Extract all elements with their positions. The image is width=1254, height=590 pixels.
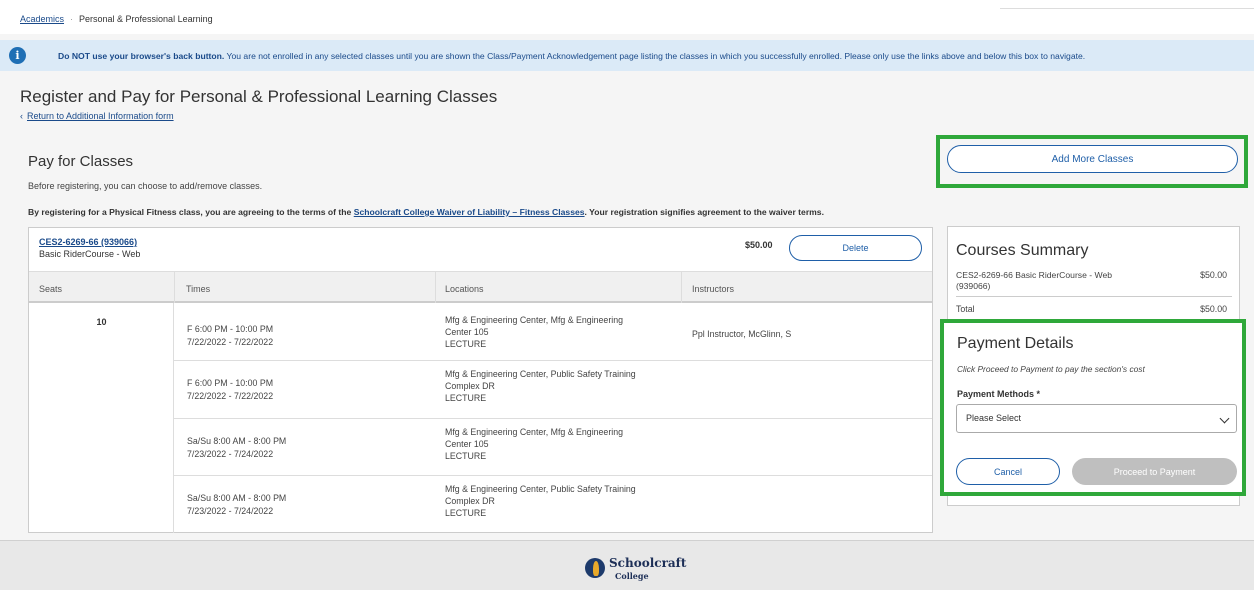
info-icon: i [9, 47, 26, 64]
meeting-dates: 7/23/2022 - 7/24/2022 [187, 449, 274, 459]
meeting-days: Sa/Su 8:00 AM - 8:00 PM [187, 436, 287, 446]
waiver-statement: By registering for a Physical Fitness cl… [28, 207, 824, 217]
chevron-down-icon [1219, 413, 1230, 424]
waiver-suffix: . Your registration signifies agreement … [584, 207, 824, 217]
column-header-seats: Seats [39, 284, 63, 294]
meeting-instructor: Ppl Instructor, McGlinn, S [692, 329, 792, 339]
summary-item-label: CES2-6269-66 Basic RiderCourse - Web (93… [956, 270, 1113, 291]
column-header-instructors: Instructors [692, 284, 735, 294]
meeting-row: Sa/Su 8:00 AM - 8:00 PM 7/23/2022 - 7/24/… [174, 419, 932, 476]
meeting-days: F 6:00 PM - 10:00 PM [187, 378, 274, 388]
seats-cell: 10 [29, 303, 174, 533]
pay-section-title: Pay for Classes [28, 153, 134, 170]
page-title: Register and Pay for Personal & Professi… [20, 87, 498, 106]
column-header-locations: Locations [445, 284, 484, 294]
meeting-dates: 7/23/2022 - 7/24/2022 [187, 506, 274, 516]
meeting-location: Mfg & Engineering Center, Mfg & Engineer… [445, 426, 675, 462]
warning-bold-text: Do NOT use your browser's back button. [58, 51, 225, 61]
location-room: Complex DR [445, 381, 495, 391]
location-type: LECTURE [445, 339, 487, 349]
waiver-prefix: By registering for a Physical Fitness cl… [28, 207, 354, 217]
seats-value: 10 [96, 317, 107, 327]
meeting-time: Sa/Su 8:00 AM - 8:00 PM 7/23/2022 - 7/24/… [187, 492, 286, 518]
summary-total-label: Total [956, 304, 975, 314]
payment-method-select[interactable]: Please Select [956, 404, 1237, 433]
meeting-row: Sa/Su 8:00 AM - 8:00 PM 7/23/2022 - 7/24/… [174, 476, 932, 533]
add-more-highlight: Add More Classes [936, 135, 1248, 188]
column-header-times: Times [186, 284, 211, 294]
meeting-dates: 7/22/2022 - 7/22/2022 [187, 391, 274, 401]
divider [956, 296, 1232, 297]
column-divider [174, 271, 175, 303]
meeting-location: Mfg & Engineering Center, Public Safety … [445, 368, 675, 404]
payment-methods-label: Payment Methods * [957, 389, 1041, 399]
payment-details-panel: Payment Details Click Proceed to Payment… [940, 319, 1246, 496]
divider [1000, 8, 1254, 9]
location-type: LECTURE [445, 451, 487, 461]
course-card: CES2-6269-66 (939066) Basic RiderCourse … [28, 227, 933, 533]
flame-logo-icon [585, 558, 605, 578]
location-room: Center 105 [445, 327, 489, 337]
proceed-to-payment-button[interactable]: Proceed to Payment [1072, 458, 1237, 485]
breadcrumb-separator: · [70, 14, 74, 24]
meeting-row: F 6:00 PM - 10:00 PM 7/22/2022 - 7/22/202… [174, 303, 932, 361]
return-link-label: Return to Additional Information form [27, 111, 174, 121]
column-divider [681, 271, 682, 303]
breadcrumb-current: Personal & Professional Learning [79, 14, 213, 24]
meeting-time: F 6:00 PM - 10:00 PM 7/22/2022 - 7/22/202… [187, 377, 273, 403]
return-link[interactable]: ‹ Return to Additional Information form [20, 111, 174, 121]
meeting-time: F 6:00 PM - 10:00 PM 7/22/2022 - 7/22/202… [187, 323, 273, 349]
summary-total-value: $50.00 [1200, 304, 1227, 314]
logo-name: Schoolcraft [609, 556, 687, 570]
chevron-left-icon: ‹ [20, 111, 23, 121]
meeting-row: F 6:00 PM - 10:00 PM 7/22/2022 - 7/22/202… [174, 361, 932, 419]
meeting-location: Mfg & Engineering Center, Mfg & Engineer… [445, 314, 675, 350]
table-header: Seats Times Locations Instructors [29, 271, 932, 303]
waiver-link[interactable]: Schoolcraft College Waiver of Liability … [354, 207, 585, 217]
summary-item-price: $50.00 [1200, 270, 1227, 280]
location-building: Mfg & Engineering Center, Public Safety … [445, 484, 636, 494]
course-name: Basic RiderCourse - Web [39, 249, 141, 259]
column-divider [435, 271, 436, 303]
meeting-dates: 7/22/2022 - 7/22/2022 [187, 337, 274, 347]
meeting-days: F 6:00 PM - 10:00 PM [187, 324, 274, 334]
location-building: Mfg & Engineering Center, Mfg & Engineer… [445, 315, 623, 325]
location-building: Mfg & Engineering Center, Mfg & Engineer… [445, 427, 623, 437]
payment-note: Click Proceed to Payment to pay the sect… [957, 364, 1145, 374]
delete-button[interactable]: Delete [789, 235, 922, 261]
location-building: Mfg & Engineering Center, Public Safety … [445, 369, 636, 379]
courses-summary-title: Courses Summary [956, 242, 1089, 259]
breadcrumb-bar: Academics · Personal & Professional Learni… [0, 0, 1254, 34]
meeting-location: Mfg & Engineering Center, Public Safety … [445, 483, 675, 519]
pay-section-subtitle: Before registering, you can choose to ad… [28, 181, 263, 191]
location-room: Center 105 [445, 439, 489, 449]
navigation-warning-banner: i Do NOT use your browser's back button.… [0, 40, 1254, 71]
course-code-link[interactable]: CES2-6269-66 (939066) [39, 237, 137, 247]
location-type: LECTURE [445, 393, 487, 403]
footer: Schoolcraft College [0, 540, 1254, 590]
payment-method-selected: Please Select [966, 413, 1022, 423]
location-type: LECTURE [445, 508, 487, 518]
college-logo: Schoolcraft College [585, 556, 705, 586]
add-more-classes-button[interactable]: Add More Classes [947, 145, 1238, 173]
cancel-button[interactable]: Cancel [956, 458, 1060, 485]
location-room: Complex DR [445, 496, 495, 506]
meeting-time: Sa/Su 8:00 AM - 8:00 PM 7/23/2022 - 7/24/… [187, 435, 286, 461]
breadcrumb-academics-link[interactable]: Academics [20, 14, 64, 24]
breadcrumb: Academics · Personal & Professional Learni… [20, 14, 213, 24]
logo-sub: College [615, 571, 649, 581]
course-price: $50.00 [745, 240, 773, 250]
navigation-warning-text: Do NOT use your browser's back button. Y… [58, 51, 1085, 61]
warning-body-text: You are not enrolled in any selected cla… [224, 51, 1086, 61]
meeting-days: Sa/Su 8:00 AM - 8:00 PM [187, 493, 287, 503]
payment-details-title: Payment Details [957, 335, 1074, 352]
